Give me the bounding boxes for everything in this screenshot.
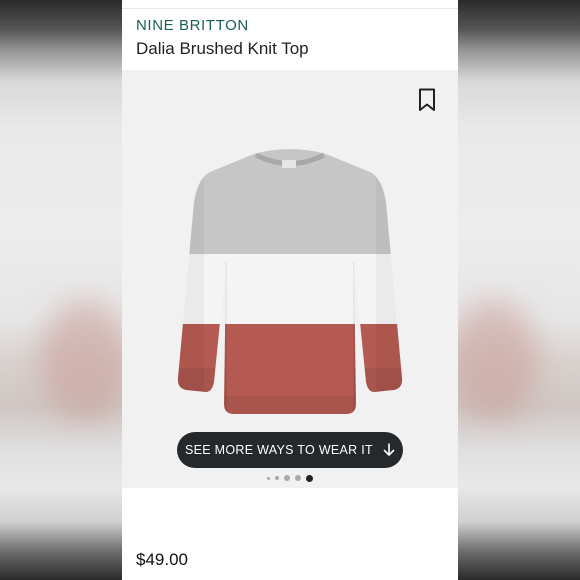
product-image[interactable]: SEE MORE WAYS TO WEAR IT [122,70,458,488]
carousel-indicator [122,474,458,482]
product-title: Dalia Brushed Knit Top [136,39,309,58]
arrow-down-icon [383,443,395,456]
carousel-dot-active[interactable] [306,474,313,482]
bookmark-icon[interactable] [418,88,436,112]
carousel-dot[interactable] [295,475,301,481]
carousel-dot[interactable] [267,476,270,480]
blurred-backdrop-right [458,0,580,580]
brand-name[interactable]: NINE BRITTON [136,17,249,34]
blurred-backdrop-left [0,0,122,580]
divider [122,8,458,9]
product-card: NINE BRITTON Dalia Brushed Knit Top SEE … [122,0,458,580]
see-more-label: SEE MORE WAYS TO WEAR IT [184,443,373,457]
carousel-dot[interactable] [275,476,279,480]
sweater-illustration [177,149,403,414]
product-price: $49.00 [136,550,188,569]
carousel-dot[interactable] [284,475,290,481]
see-more-ways-button[interactable]: SEE MORE WAYS TO WEAR IT [177,432,403,468]
